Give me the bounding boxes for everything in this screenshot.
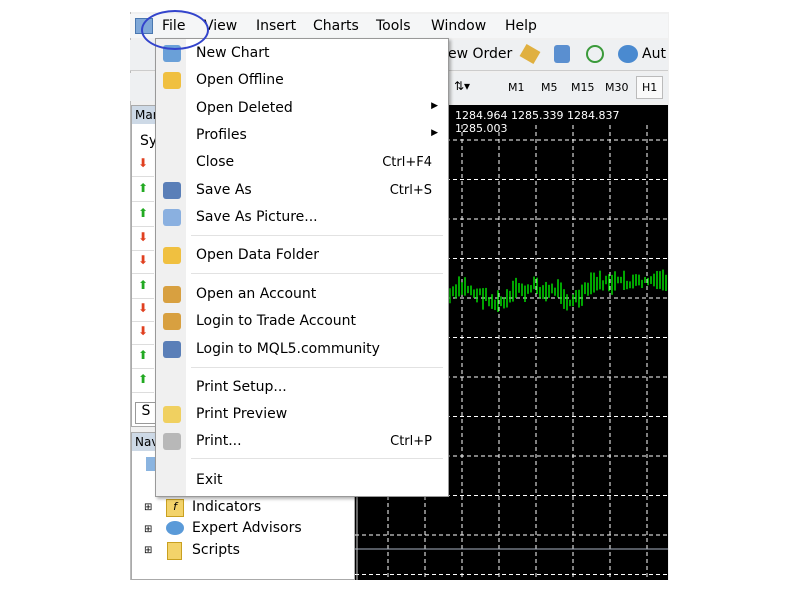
row-divider xyxy=(132,298,154,299)
up-arrow-icon: ⬆ xyxy=(138,278,149,292)
row-divider xyxy=(132,321,154,322)
menu-item-print[interactable]: Print... Ctrl+P xyxy=(156,429,448,455)
row-divider xyxy=(132,250,154,251)
menu-help[interactable]: Help xyxy=(505,18,537,34)
menu-separator xyxy=(191,458,443,459)
market-icon[interactable] xyxy=(519,43,541,65)
menu-tools[interactable]: Tools xyxy=(376,18,411,34)
file-menu: New Chart Open Offline Open Deleted ▶ Profil… xyxy=(155,38,449,497)
save-icon xyxy=(163,182,181,199)
down-arrow-icon: ⬇ xyxy=(138,253,149,267)
timeframe-h1[interactable]: H1 xyxy=(636,76,664,99)
new-order-button[interactable]: ew Order xyxy=(448,46,512,62)
folder-open-icon xyxy=(163,72,181,89)
mql5-icon xyxy=(163,341,181,358)
user-login-icon xyxy=(163,313,181,330)
row-divider xyxy=(132,368,154,369)
menu-item-print-preview[interactable]: Print Preview xyxy=(156,402,448,428)
menu-item-label: Print Preview xyxy=(196,406,288,422)
row-divider xyxy=(132,344,154,345)
menu-item-label: Profiles xyxy=(196,127,247,143)
menu-bar: File View Insert Charts Tools Window Hel… xyxy=(130,14,668,38)
menu-item-close[interactable]: Close Ctrl+F4 xyxy=(156,150,448,176)
folder-icon xyxy=(163,247,181,264)
menu-separator xyxy=(191,367,443,368)
menu-item-label: Open Data Folder xyxy=(196,247,319,263)
row-divider xyxy=(132,392,154,393)
shortcut-label: Ctrl+F4 xyxy=(382,155,432,170)
expand-icon[interactable]: ⊞ xyxy=(144,502,152,513)
menu-item-open-data-folder[interactable]: Open Data Folder xyxy=(156,243,448,269)
menu-item-label: Open Offline xyxy=(196,72,284,88)
menu-window[interactable]: Window xyxy=(431,18,486,34)
menu-item-label: Save As Picture... xyxy=(196,209,318,225)
row-divider xyxy=(132,226,154,227)
menu-item-new-chart[interactable]: New Chart xyxy=(156,41,448,67)
symbols-tab[interactable]: S xyxy=(135,402,157,424)
printer-icon xyxy=(163,433,181,450)
menu-charts[interactable]: Charts xyxy=(313,18,359,34)
indicators-icon: f xyxy=(166,499,184,517)
menu-item-label: Open Deleted xyxy=(196,100,293,116)
scripts-icon xyxy=(167,542,182,560)
menu-item-label: New Chart xyxy=(196,45,270,61)
tree-label: Expert Advisors xyxy=(192,520,302,536)
menu-item-exit[interactable]: Exit xyxy=(156,468,448,494)
menu-item-label: Print... xyxy=(196,433,242,449)
menu-item-save-as-picture[interactable]: Save As Picture... xyxy=(156,205,448,231)
timeframe-m15[interactable]: M15 xyxy=(571,81,595,94)
shortcut-label: Ctrl+P xyxy=(390,434,432,449)
up-arrow-icon: ⬆ xyxy=(138,181,149,195)
menu-separator xyxy=(191,235,443,236)
row-divider xyxy=(132,176,154,177)
menu-item-open-deleted[interactable]: Open Deleted ▶ xyxy=(156,96,448,122)
menu-item-profiles[interactable]: Profiles ▶ xyxy=(156,123,448,149)
row-divider xyxy=(132,273,154,274)
expand-icon[interactable]: ⊞ xyxy=(144,545,152,556)
menu-insert[interactable]: Insert xyxy=(256,18,296,34)
row-divider xyxy=(132,201,154,202)
expert-advisor-icon xyxy=(166,521,184,535)
autotrading-button[interactable]: Aut xyxy=(642,46,666,62)
tree-label: Scripts xyxy=(192,542,240,558)
menu-item-open-offline[interactable]: Open Offline xyxy=(156,68,448,94)
menu-item-label: Save As xyxy=(196,182,252,198)
radio-icon[interactable] xyxy=(586,45,604,63)
menu-item-label: Login to Trade Account xyxy=(196,313,357,329)
up-arrow-icon: ⬆ xyxy=(138,348,149,362)
line-tools-dropdown[interactable]: ⇅▾ xyxy=(454,79,470,93)
up-arrow-icon: ⬆ xyxy=(138,372,149,386)
tree-label: Indicators xyxy=(192,499,262,515)
timeframe-m30[interactable]: M30 xyxy=(605,81,629,94)
menu-separator xyxy=(191,273,443,274)
signals-icon[interactable] xyxy=(554,45,570,63)
submenu-arrow-icon: ▶ xyxy=(431,101,438,111)
menu-item-label: Exit xyxy=(196,472,223,488)
user-add-icon xyxy=(163,286,181,303)
down-arrow-icon: ⬇ xyxy=(138,230,149,244)
menu-item-login-to-trade-account[interactable]: Login to Trade Account xyxy=(156,309,448,335)
menu-item-print-setup[interactable]: Print Setup... xyxy=(156,375,448,401)
menu-item-label: Open an Account xyxy=(196,286,317,302)
autotrading-icon[interactable] xyxy=(618,45,638,63)
menu-item-label: Login to MQL5.community xyxy=(196,341,380,357)
menu-item-open-an-account[interactable]: Open an Account xyxy=(156,282,448,308)
submenu-arrow-icon: ▶ xyxy=(431,128,438,138)
up-arrow-icon: ⬆ xyxy=(138,206,149,220)
down-arrow-icon: ⬇ xyxy=(138,156,149,170)
expand-icon[interactable]: ⊞ xyxy=(144,524,152,535)
menu-item-label: Print Setup... xyxy=(196,379,287,395)
menu-item-label: Close xyxy=(196,154,235,170)
down-arrow-icon: ⬇ xyxy=(138,301,149,315)
highlight-circle xyxy=(141,10,209,50)
menu-item-save-as[interactable]: Save As Ctrl+S xyxy=(156,178,448,204)
timeframe-m1[interactable]: M1 xyxy=(508,81,525,94)
menu-item-login-to-mql5-community[interactable]: Login to MQL5.community xyxy=(156,337,448,363)
picture-icon xyxy=(163,209,181,226)
menu-view[interactable]: View xyxy=(204,18,237,34)
timeframe-m5[interactable]: M5 xyxy=(541,81,558,94)
print-preview-icon xyxy=(163,406,181,423)
down-arrow-icon: ⬇ xyxy=(138,324,149,338)
shortcut-label: Ctrl+S xyxy=(389,183,432,198)
